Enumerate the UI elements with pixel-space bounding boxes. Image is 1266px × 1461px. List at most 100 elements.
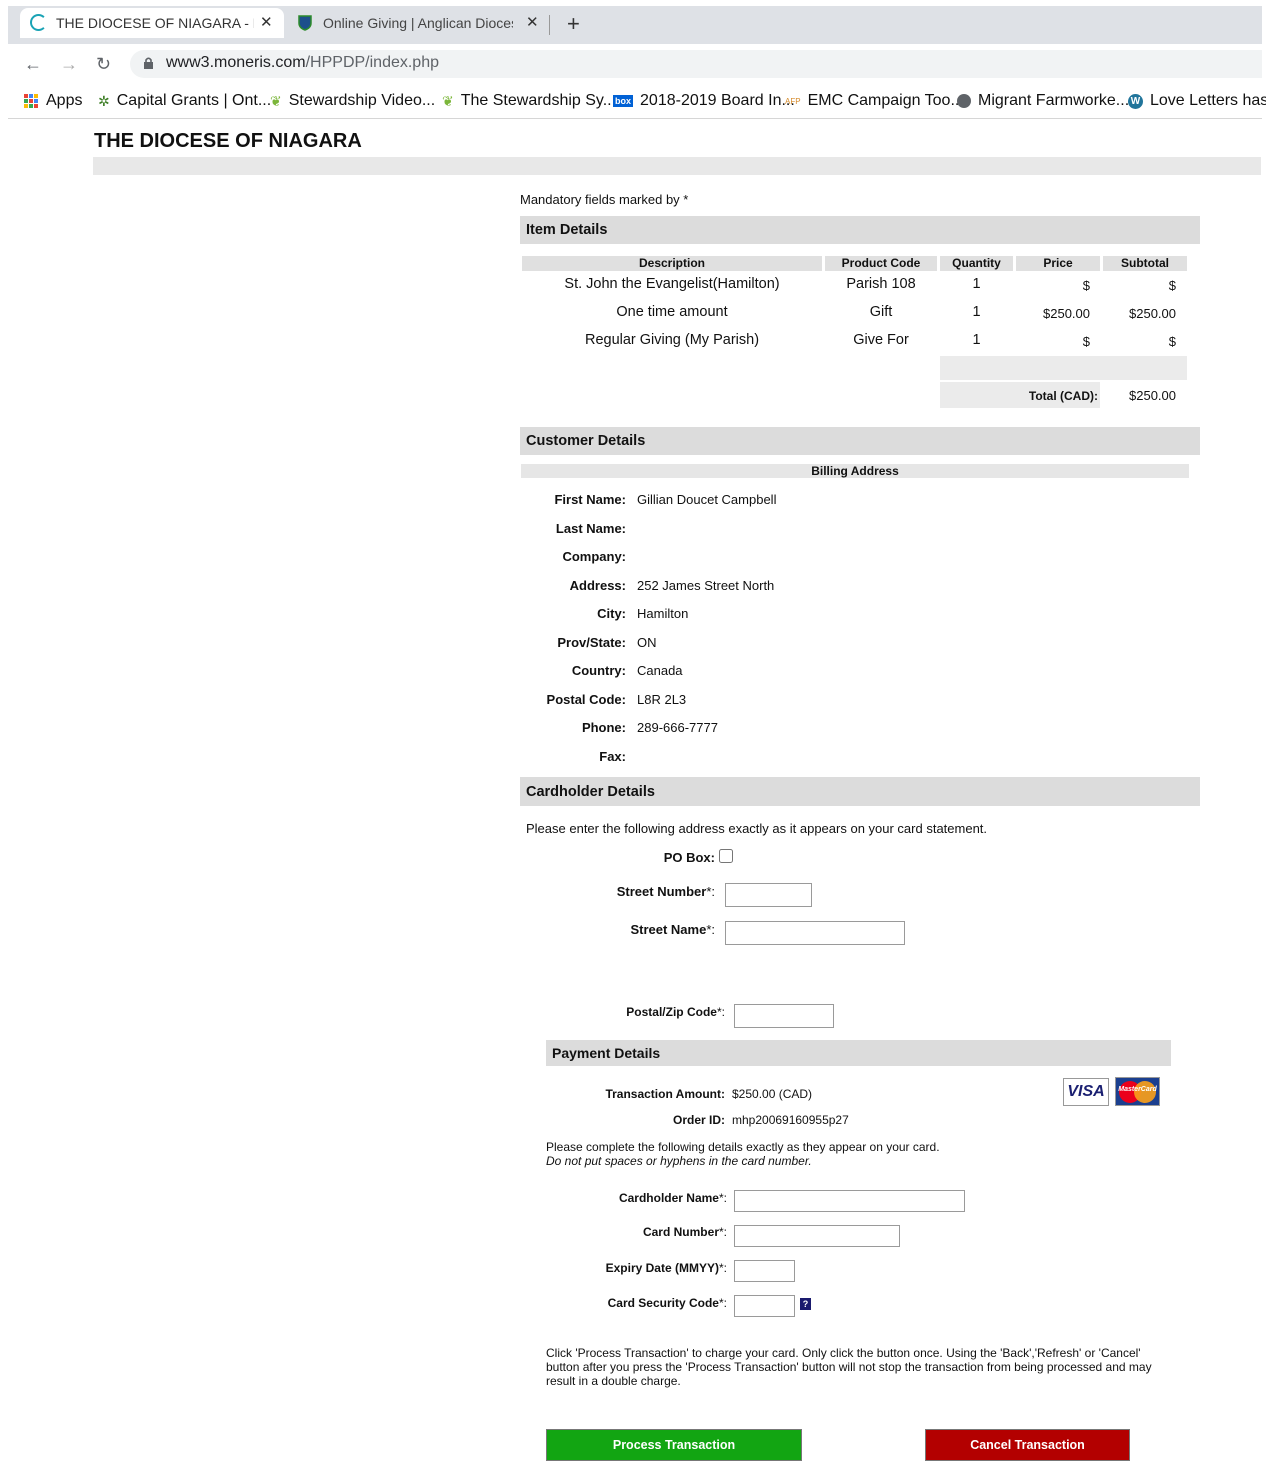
card-security-code-label: Card Security Code*: bbox=[607, 1296, 727, 1310]
street-name-input[interactable] bbox=[725, 921, 905, 945]
trillium-icon: ✲ bbox=[98, 92, 110, 109]
first-name-label: First Name: bbox=[554, 492, 626, 507]
bookmark-love-letters[interactable]: W Love Letters has a bbox=[1128, 92, 1266, 110]
bookmark-label: Apps bbox=[46, 92, 83, 109]
bookmark-capital-grants[interactable]: ✲ Capital Grants | Ont... bbox=[98, 92, 271, 110]
company-label: Company: bbox=[562, 549, 626, 564]
po-box-label: PO Box: bbox=[663, 850, 715, 865]
postal-code-value: L8R 2L3 bbox=[637, 692, 687, 707]
bookmark-emc-campaign[interactable]: AFP EMC Campaign Too... bbox=[785, 92, 964, 110]
first-name-value: Gillian Doucet Campbell bbox=[637, 492, 777, 507]
customer-details-heading: Customer Details bbox=[520, 427, 1200, 455]
column-header-description: Description bbox=[522, 256, 822, 271]
payment-instruction-line2: Do not put spaces or hyphens in the card… bbox=[546, 1154, 812, 1168]
bookmark-stewardship-system[interactable]: ❦ The Stewardship Sy... bbox=[442, 92, 616, 110]
postal-zip-label: Postal/Zip Code*: bbox=[626, 1005, 725, 1019]
last-name-label: Last Name: bbox=[555, 521, 626, 536]
leaf-icon: ❦ bbox=[270, 92, 282, 109]
card-number-input[interactable] bbox=[734, 1225, 900, 1247]
new-tab-button[interactable]: + bbox=[567, 11, 580, 37]
mastercard-logo-icon: MasterCard bbox=[1115, 1077, 1160, 1106]
street-number-input[interactable] bbox=[725, 883, 812, 907]
close-tab-icon[interactable]: ✕ bbox=[526, 13, 539, 31]
po-box-checkbox[interactable] bbox=[719, 849, 733, 863]
moneris-swirl-icon bbox=[30, 14, 47, 31]
column-header-price: Price bbox=[1016, 256, 1100, 271]
item-quantity: 1 bbox=[972, 332, 981, 348]
postal-zip-input[interactable] bbox=[734, 1004, 834, 1028]
billing-address-subheading: Billing Address bbox=[521, 464, 1189, 478]
cardholder-name-input[interactable] bbox=[734, 1190, 965, 1212]
cardholder-name-label: Cardholder Name*: bbox=[618, 1191, 727, 1205]
item-subtotal: $ bbox=[1168, 278, 1176, 293]
process-transaction-button[interactable]: Process Transaction bbox=[546, 1429, 802, 1461]
postal-code-label: Postal Code: bbox=[546, 692, 626, 707]
fax-label: Fax: bbox=[599, 749, 626, 764]
bookmark-label: Love Letters has a bbox=[1150, 92, 1266, 109]
tab-divider bbox=[549, 15, 550, 35]
item-subtotal: $250.00 bbox=[1129, 306, 1176, 321]
bookmark-label: EMC Campaign Too... bbox=[807, 92, 964, 109]
item-price: $ bbox=[1082, 334, 1090, 349]
mastercard-logo-text: MasterCard bbox=[1118, 1086, 1157, 1093]
tab-title: THE DIOCESE OF NIAGARA - Mon bbox=[56, 15, 254, 31]
cvv-help-icon[interactable]: ? bbox=[800, 1298, 811, 1310]
transaction-amount-value: $250.00 (CAD) bbox=[732, 1087, 813, 1101]
city-value: Hamilton bbox=[637, 606, 689, 621]
payment-details-heading: Payment Details bbox=[546, 1040, 1171, 1066]
total-label: Total (CAD): bbox=[1028, 389, 1098, 403]
wordpress-icon: W bbox=[1128, 93, 1143, 109]
card-number-label: Card Number*: bbox=[642, 1225, 727, 1239]
url-text: www3.moneris.com/HPPDP/index.php bbox=[166, 54, 439, 72]
site-title: THE DIOCESE OF NIAGARA bbox=[94, 130, 362, 152]
item-price: $250.00 bbox=[1043, 306, 1090, 321]
tab-title: Online Giving | Anglican Diocese bbox=[323, 15, 513, 31]
reload-icon[interactable]: ↻ bbox=[96, 54, 111, 75]
country-label: Country: bbox=[571, 663, 626, 678]
item-quantity: 1 bbox=[972, 304, 981, 320]
address-label: Address: bbox=[569, 578, 626, 593]
close-tab-icon[interactable]: ✕ bbox=[260, 13, 273, 31]
table-spacer-row bbox=[940, 356, 1187, 380]
address-value: 252 James Street North bbox=[637, 578, 775, 593]
apps-grid-icon bbox=[24, 94, 38, 108]
bookmark-stewardship-video[interactable]: ❦ Stewardship Video... bbox=[270, 92, 435, 110]
item-price: $ bbox=[1082, 278, 1090, 293]
globe-icon bbox=[957, 94, 971, 108]
street-number-label: Street Number*: bbox=[616, 884, 715, 899]
forward-arrow-icon[interactable]: → bbox=[60, 54, 78, 75]
title-bar bbox=[93, 157, 1261, 175]
bookmark-apps[interactable]: Apps bbox=[24, 92, 82, 110]
expiry-date-label: Expiry Date (MMYY)*: bbox=[605, 1261, 727, 1275]
item-description: St. John the Evangelist(Hamilton) bbox=[564, 276, 780, 292]
cancel-transaction-button[interactable]: Cancel Transaction bbox=[925, 1429, 1130, 1461]
payment-instruction: Please complete the following details ex… bbox=[546, 1140, 940, 1168]
order-id-value: mhp20069160955p27 bbox=[732, 1113, 849, 1127]
card-security-code-input[interactable] bbox=[734, 1295, 795, 1317]
item-description: One time amount bbox=[616, 304, 728, 320]
transaction-amount-label: Transaction Amount: bbox=[605, 1087, 725, 1101]
leaf-icon: ❦ bbox=[442, 92, 454, 109]
cardholder-instruction: Please enter the following address exact… bbox=[526, 821, 988, 836]
bookmark-migrant-farmworkers[interactable]: Migrant Farmworke... bbox=[957, 92, 1129, 110]
tab-online-giving[interactable]: Online Giving | Anglican Diocese ✕ bbox=[290, 8, 544, 38]
cardholder-details-heading: Cardholder Details bbox=[520, 777, 1200, 806]
item-details-heading: Item Details bbox=[520, 216, 1200, 244]
url-host: www3.moneris.com bbox=[166, 54, 306, 71]
bookmark-board-info[interactable]: box 2018-2019 Board In... bbox=[613, 92, 795, 110]
payment-instruction-line1: Please complete the following details ex… bbox=[546, 1140, 940, 1154]
shield-icon bbox=[298, 15, 312, 34]
lock-icon bbox=[143, 56, 154, 75]
tab-diocese[interactable]: THE DIOCESE OF NIAGARA - Mon ✕ bbox=[20, 8, 284, 38]
phone-label: Phone: bbox=[581, 720, 626, 735]
prov-state-value: ON bbox=[637, 635, 657, 650]
expiry-date-input[interactable] bbox=[734, 1260, 795, 1282]
box-icon: box bbox=[613, 95, 634, 107]
back-arrow-icon[interactable]: ← bbox=[24, 54, 42, 75]
column-header-product-code: Product Code bbox=[825, 256, 937, 271]
street-name-label: Street Name*: bbox=[630, 922, 715, 937]
item-description: Regular Giving (My Parish) bbox=[584, 332, 760, 348]
column-header-subtotal: Subtotal bbox=[1103, 256, 1187, 271]
phone-value: 289-666-7777 bbox=[637, 720, 718, 735]
bookmark-label: Capital Grants | Ont... bbox=[116, 92, 272, 109]
